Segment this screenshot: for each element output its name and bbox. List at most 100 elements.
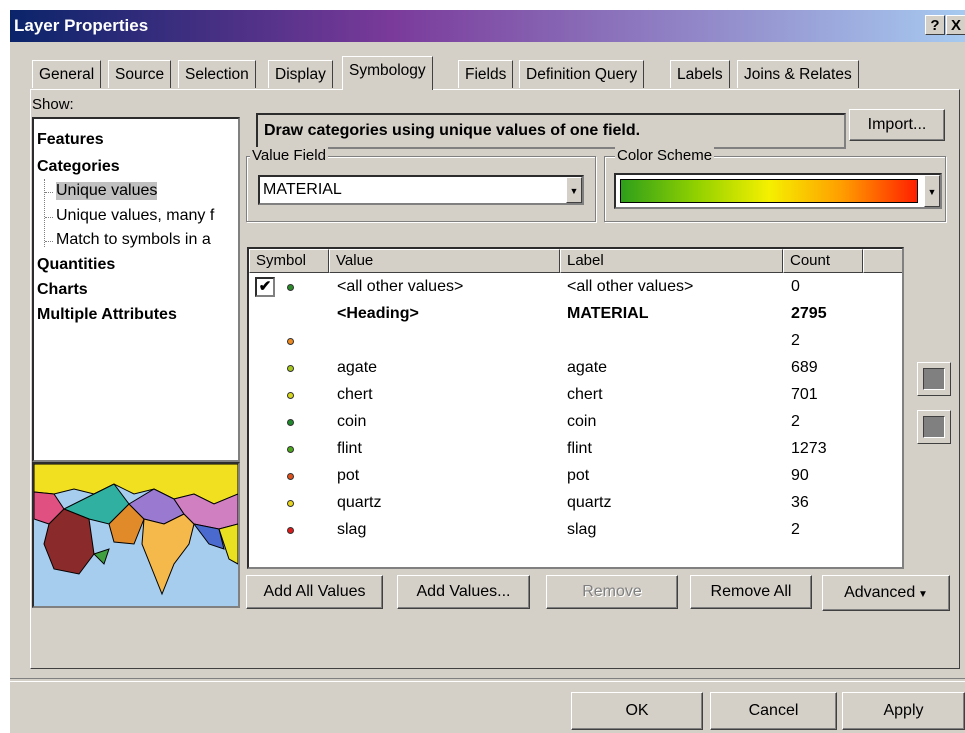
cell-count: 0 <box>791 278 800 295</box>
tab-display[interactable]: Display <box>268 60 333 88</box>
tree-connector <box>45 192 53 193</box>
cell-label: <all other values> <box>567 278 694 295</box>
description-text: Draw categories using unique values of o… <box>256 113 846 149</box>
cancel-button[interactable]: Cancel <box>710 692 837 730</box>
tree-connector <box>44 179 45 247</box>
tab-general[interactable]: General <box>32 60 102 88</box>
import-button[interactable]: Import... <box>849 109 945 141</box>
cell-label: flint <box>567 440 592 457</box>
tree-connector <box>45 217 53 218</box>
tree-item-unique-values-many[interactable]: Unique values, many f <box>56 207 214 225</box>
cell-label: coin <box>567 413 597 430</box>
table-row[interactable]: chert chert 701 <box>249 383 902 410</box>
title-bar: Layer Properties ? X <box>10 10 965 42</box>
table-row[interactable]: ✔ <all other values> <all other values> 0 <box>249 275 902 302</box>
visibility-checkbox[interactable]: ✔ <box>255 277 275 297</box>
table-row[interactable]: quartz quartz 36 <box>249 491 902 518</box>
tab-joins-relates[interactable]: Joins & Relates <box>737 60 859 88</box>
move-up-icon <box>923 368 945 390</box>
tree-item-multiple-attributes[interactable]: Multiple Attributes <box>37 306 177 324</box>
cell-count: 701 <box>791 386 818 403</box>
move-down-icon <box>923 416 945 438</box>
tree-connector <box>45 241 53 242</box>
cell-count: 2 <box>791 521 800 538</box>
ok-button[interactable]: OK <box>571 692 703 730</box>
cell-value: flint <box>337 440 362 457</box>
color-scheme-legend: Color Scheme <box>615 147 715 164</box>
remove-all-button[interactable]: Remove All <box>690 575 812 609</box>
tab-selection[interactable]: Selection <box>178 60 256 88</box>
color-ramp <box>620 179 918 203</box>
cell-value: slag <box>337 521 367 538</box>
map-preview-image <box>32 462 240 608</box>
cell-label: quartz <box>567 494 612 511</box>
cell-value: <all other values> <box>337 278 464 295</box>
show-tree: Features Categories Unique values Unique… <box>32 117 240 462</box>
chevron-down-icon[interactable]: ▼ <box>566 177 582 203</box>
color-scheme-dropdown[interactable]: ▼ <box>614 173 942 209</box>
table-row[interactable]: coin coin 2 <box>249 410 902 437</box>
cell-count: 2 <box>791 332 800 349</box>
tab-definition-query[interactable]: Definition Query <box>519 60 645 88</box>
column-header-count[interactable]: Count <box>783 249 863 273</box>
cell-count: 36 <box>791 494 809 511</box>
cell-label: chert <box>567 386 603 403</box>
cell-count: 689 <box>791 359 818 376</box>
cell-label: slag <box>567 521 597 538</box>
divider <box>10 678 965 682</box>
symbol-swatch[interactable] <box>287 473 294 480</box>
table-row[interactable]: flint flint 1273 <box>249 437 902 464</box>
cell-label: agate <box>567 359 608 376</box>
tab-symbology[interactable]: Symbology <box>342 56 433 90</box>
cell-value: chert <box>337 386 373 403</box>
chevron-down-icon[interactable]: ▼ <box>924 175 940 207</box>
tree-item-match-symbols[interactable]: Match to symbols in a <box>56 231 211 249</box>
tree-item-categories[interactable]: Categories <box>37 158 120 176</box>
tree-item-features[interactable]: Features <box>37 131 104 149</box>
symbol-table: Symbol Value Label Count ✔ <all other val… <box>247 247 904 569</box>
remove-button[interactable]: Remove <box>546 575 678 609</box>
tab-source[interactable]: Source <box>108 60 172 88</box>
add-values-button[interactable]: Add Values... <box>397 575 530 609</box>
symbol-swatch[interactable] <box>287 419 294 426</box>
column-header-value[interactable]: Value <box>329 249 560 273</box>
symbol-swatch[interactable] <box>287 284 294 291</box>
column-header-label[interactable]: Label <box>560 249 783 273</box>
move-down-button[interactable] <box>917 410 951 444</box>
table-row[interactable]: 2 <box>249 329 902 356</box>
value-field-dropdown[interactable]: MATERIAL ▼ <box>258 175 584 205</box>
symbol-swatch[interactable] <box>287 500 294 507</box>
symbol-swatch[interactable] <box>287 365 294 372</box>
help-button[interactable]: ? <box>925 15 945 35</box>
table-row[interactable]: agate agate 689 <box>249 356 902 383</box>
column-header-blank <box>863 249 902 273</box>
cell-value: agate <box>337 359 378 376</box>
cell-label: pot <box>567 467 590 484</box>
table-row[interactable]: slag slag 2 <box>249 518 902 545</box>
layer-properties-window: Layer Properties ? X General Source Sele… <box>10 10 965 733</box>
symbol-swatch[interactable] <box>287 338 294 345</box>
cell-label: MATERIAL <box>567 305 649 322</box>
tab-fields[interactable]: Fields <box>458 60 514 88</box>
column-header-symbol[interactable]: Symbol <box>249 249 329 273</box>
cell-count: 90 <box>791 467 809 484</box>
cell-value: pot <box>337 467 360 484</box>
cell-count: 2795 <box>791 305 827 322</box>
symbol-swatch[interactable] <box>287 392 294 399</box>
tree-item-unique-values[interactable]: Unique values <box>56 182 158 200</box>
advanced-label: Advanced <box>844 584 916 601</box>
cell-value: quartz <box>337 494 382 511</box>
value-field-value: MATERIAL <box>263 181 342 198</box>
table-row[interactable]: <Heading> MATERIAL 2795 <box>249 302 902 329</box>
move-up-button[interactable] <box>917 362 951 396</box>
tree-item-quantities[interactable]: Quantities <box>37 256 115 274</box>
apply-button[interactable]: Apply <box>842 692 965 730</box>
table-row[interactable]: pot pot 90 <box>249 464 902 491</box>
tree-item-charts[interactable]: Charts <box>37 281 88 299</box>
symbol-swatch[interactable] <box>287 446 294 453</box>
close-button[interactable]: X <box>946 15 965 35</box>
tab-labels[interactable]: Labels <box>670 60 730 88</box>
add-all-values-button[interactable]: Add All Values <box>246 575 383 609</box>
advanced-button[interactable]: Advanced ▼ <box>822 575 950 611</box>
symbol-swatch[interactable] <box>287 527 294 534</box>
